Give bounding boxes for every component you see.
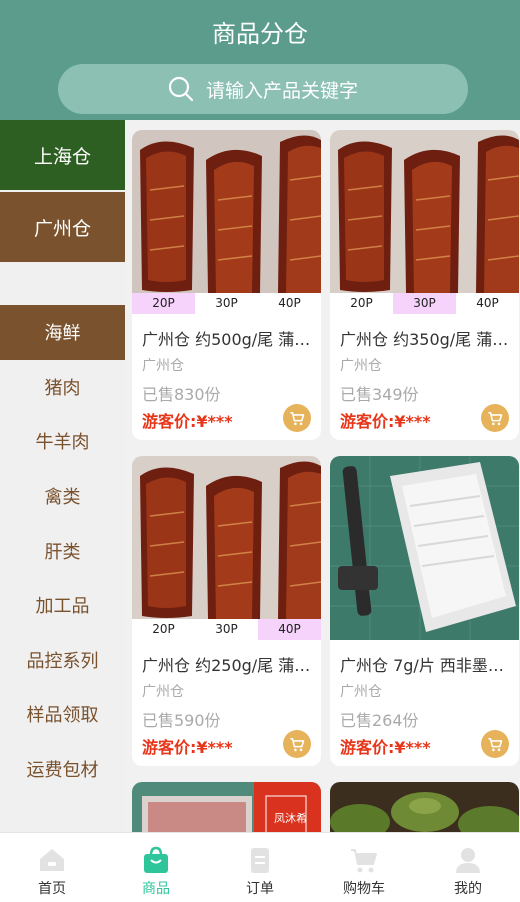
category-list: 海鲜 猪肉 牛羊肉 禽类 肝类 加工品 品控系列 样品领取 运费包材	[0, 305, 125, 796]
product-card[interactable]: 20P 30P 40P 广州仓 约250g/尾 蒲烧鳗鱼 广州仓 已售590份 …	[132, 456, 321, 766]
category-item-processed[interactable]: 加工品	[0, 578, 125, 633]
spec-tab[interactable]: 20P	[132, 293, 195, 314]
spec-tab[interactable]: 20P	[132, 619, 195, 640]
category-item-qc-series[interactable]: 品控系列	[0, 633, 125, 688]
warehouse-tab-shanghai[interactable]: 上海仓	[0, 120, 125, 192]
product-card[interactable]: 广州仓 7g/片 西非墨鱼片 广州仓 已售264份 游客价:¥***	[330, 456, 519, 766]
spec-tab[interactable]: 20P	[330, 293, 393, 314]
spec-tab[interactable]: 30P	[195, 619, 258, 640]
add-to-cart-button[interactable]	[283, 730, 311, 758]
spec-tab[interactable]: 40P	[258, 293, 321, 314]
product-warehouse: 广州仓	[142, 358, 184, 374]
spec-tabs: 20P 30P 40P	[132, 293, 321, 314]
product-name: 广州仓 约250g/尾 蒲烧鳗鱼	[142, 656, 314, 675]
page-title: 商品分仓	[212, 20, 308, 48]
category-item-shipping-packaging[interactable]: 运费包材	[0, 742, 125, 797]
product-image-eel	[132, 456, 321, 619]
sidebar: 上海仓 广州仓 海鲜 猪肉 牛羊肉 禽类 肝类 加工品 品控系列 样品领取 运费…	[0, 120, 125, 832]
product-image-shrimp: 凤沐希	[132, 782, 321, 832]
product-warehouse: 广州仓	[340, 684, 382, 700]
search-placeholder: 请输入产品关键字	[205, 79, 358, 102]
header: 商品分仓 请输入产品关键字	[0, 0, 520, 120]
product-sold-count: 已售830份	[142, 385, 221, 404]
nav-label: 首页	[38, 881, 66, 897]
product-price: 游客价:¥***	[340, 738, 431, 757]
cart-icon	[487, 411, 502, 425]
add-to-cart-button[interactable]	[283, 404, 311, 432]
nav-label: 购物车	[343, 881, 385, 897]
product-grid: 20P 30P 40P 广州仓 约500g/尾 蒲烧鳗鱼 广州仓 已售830份 …	[125, 120, 520, 832]
product-sold-count: 已售349份	[340, 385, 419, 404]
category-item-samples[interactable]: 样品领取	[0, 687, 125, 742]
category-item-seafood[interactable]: 海鲜	[0, 305, 125, 360]
nav-label: 商品	[142, 881, 170, 897]
brand-label: 凤沐希	[274, 811, 307, 825]
category-item-beef-lamb[interactable]: 牛羊肉	[0, 414, 125, 469]
spec-tab[interactable]: 30P	[393, 293, 456, 314]
add-to-cart-button[interactable]	[481, 404, 509, 432]
product-warehouse: 广州仓	[340, 358, 382, 374]
cart-icon	[351, 849, 377, 873]
product-price: 游客价:¥***	[340, 412, 431, 431]
spec-tab[interactable]: 30P	[195, 293, 258, 314]
search-bar[interactable]: 请输入产品关键字	[58, 64, 468, 114]
nav-item-home[interactable]: 首页	[0, 833, 104, 902]
add-to-cart-button[interactable]	[481, 730, 509, 758]
category-item-poultry[interactable]: 禽类	[0, 469, 125, 524]
search-icon	[168, 76, 194, 102]
spec-tab[interactable]: 40P	[456, 293, 519, 314]
bag-icon	[144, 846, 168, 873]
cart-icon	[487, 737, 502, 751]
category-item-pork[interactable]: 猪肉	[0, 360, 125, 415]
nav-item-cart[interactable]: 购物车	[312, 833, 416, 902]
product-card[interactable]: 凤沐希	[132, 782, 321, 832]
order-icon	[251, 848, 269, 873]
spec-tabs: 20P 30P 40P	[132, 619, 321, 640]
spec-tab[interactable]: 40P	[258, 619, 321, 640]
spec-tabs: 20P 30P 40P	[330, 293, 519, 314]
nav-label: 订单	[246, 881, 274, 897]
cart-icon	[289, 737, 304, 751]
product-card[interactable]: 20P 30P 40P 广州仓 约500g/尾 蒲烧鳗鱼 广州仓 已售830份 …	[132, 130, 321, 440]
warehouse-tab-guangzhou[interactable]: 广州仓	[0, 192, 125, 264]
product-card[interactable]	[330, 782, 519, 832]
nav-label: 我的	[454, 881, 482, 897]
product-image-squid	[330, 456, 519, 640]
product-price: 游客价:¥***	[142, 412, 233, 431]
nav-item-products[interactable]: 商品	[104, 833, 208, 902]
nav-item-orders[interactable]: 订单	[208, 833, 312, 902]
product-image-snail	[330, 782, 519, 832]
product-name: 广州仓 约350g/尾 蒲烧鳗鱼	[340, 330, 512, 349]
nav-item-profile[interactable]: 我的	[416, 833, 520, 902]
product-warehouse: 广州仓	[142, 684, 184, 700]
product-image-eel	[330, 130, 519, 293]
product-name: 广州仓 约500g/尾 蒲烧鳗鱼	[142, 330, 314, 349]
home-icon	[40, 849, 64, 871]
cart-icon	[289, 411, 304, 425]
product-sold-count: 已售264份	[340, 711, 419, 730]
bottom-nav: 首页 商品 订单 购物车 我的	[0, 832, 520, 902]
product-card[interactable]: 20P 30P 40P 广州仓 约350g/尾 蒲烧鳗鱼 广州仓 已售349份 …	[330, 130, 519, 440]
product-sold-count: 已售590份	[142, 711, 221, 730]
product-image-eel	[132, 130, 321, 293]
category-item-liver[interactable]: 肝类	[0, 523, 125, 578]
product-price: 游客价:¥***	[142, 738, 233, 757]
product-name: 广州仓 7g/片 西非墨鱼片	[340, 656, 512, 675]
user-icon	[456, 848, 480, 873]
